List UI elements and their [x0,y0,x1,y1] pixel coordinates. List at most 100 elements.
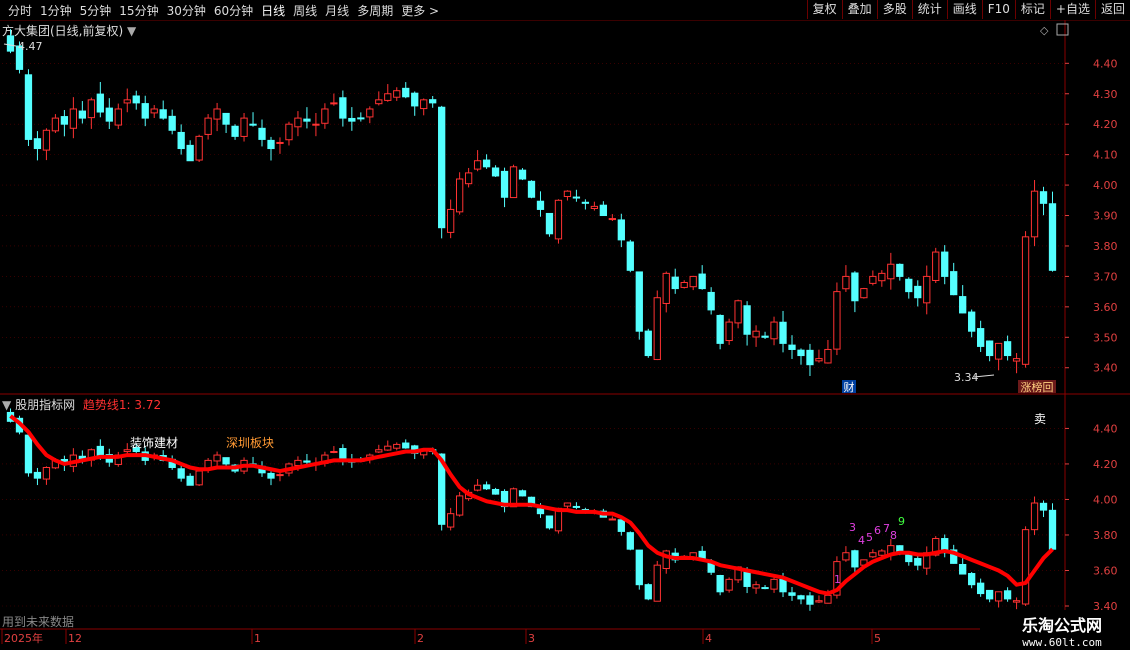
main-candle [842,275,850,290]
main-candle [788,344,796,350]
indicator-candle [518,490,527,497]
diamond-icon: ◇ [1040,24,1049,37]
main-candle [312,123,320,126]
main-y-tick-7: 3.70 [1093,270,1118,283]
main-candle [599,204,608,217]
main-candle [132,95,140,104]
indicator-candle [123,449,131,453]
main-candle [285,123,293,141]
main-candle [653,297,661,361]
main-y-tick-1: 4.30 [1093,88,1118,101]
main-candle [429,99,437,104]
main-candle [617,219,625,241]
main-candle [536,200,545,210]
main-candle [51,117,60,132]
count-label-6: 6 [874,524,881,537]
main-candle [716,314,724,344]
indicator-y-tick-3: 3.80 [1093,529,1118,542]
main-candle [1030,190,1039,238]
indicator-candle [491,488,500,495]
main-candle [96,93,104,113]
main-candle [851,272,859,302]
indicator-candle [393,443,401,449]
main-candle [752,330,760,338]
main-candle [231,125,239,137]
indicator-candle [195,470,203,486]
main-candle [1003,341,1012,357]
main-candle [923,275,931,304]
indicator-candle [482,484,491,490]
indicator-candle [402,442,410,449]
main-candle [455,178,464,213]
main-candle [42,129,51,151]
indicator-candle [1039,502,1048,511]
indicator-candle [959,563,967,575]
main-y-tick-8: 3.60 [1093,301,1118,314]
x-label-6: 5 [874,632,881,645]
main-candle [1012,358,1021,362]
main-candle [572,196,581,199]
main-candle [420,99,428,110]
indicator-candle [977,582,985,595]
indicator-candle [905,553,913,563]
indicator-candle [824,594,832,604]
main-candle [734,300,742,324]
indicator-candle [303,460,311,463]
indicator-candle [276,474,284,477]
main-candle [994,342,1003,360]
main-candle [815,358,823,362]
indicator-candle [635,549,643,586]
indicator-candle [572,505,581,508]
main-candle [635,271,643,332]
main-candle [33,138,42,150]
main-candle [518,169,527,180]
indicator-candle [213,454,221,462]
main-candle [69,108,78,129]
main-candle [662,272,670,304]
main-candle [267,139,275,150]
main-candle [509,166,518,199]
indicator-candle [608,518,616,521]
indicator-candle [455,495,464,516]
main-candle [204,117,212,135]
main-candle [833,291,841,350]
main-candle [860,288,868,299]
main-candle [78,110,86,119]
indicator-candle [186,475,194,486]
main-candle [985,340,994,357]
main-y-tick-10: 3.40 [1093,362,1118,375]
indicator-candle [653,564,661,602]
main-candle [105,107,113,122]
main-candle [482,159,491,168]
main-candle [1039,191,1048,204]
indicator-candle [33,471,42,479]
main-candle [294,117,302,128]
indicator-candle [545,515,554,529]
indicator-candle [375,449,383,453]
main-candle [761,335,769,338]
main-candle [195,135,203,161]
main-candle [770,321,778,340]
main-candle [114,108,122,126]
main-candle [869,275,877,284]
zt-marker: 涨榜回 [1021,380,1054,394]
main-candle [743,305,751,335]
main-candle [366,108,374,118]
sector-label-2: 深圳板块 [226,436,274,450]
main-candle [581,201,590,204]
main-candle [438,106,446,229]
x-label-0: 2025年 [4,631,43,645]
main-candle [977,328,985,347]
indicator-y-tick-2: 4.00 [1093,493,1118,506]
sector-label-1: 装饰建材 [130,436,178,450]
main-candle [150,108,158,114]
main-candle [222,112,230,125]
indicator-candle [842,552,850,561]
main-candle [527,180,536,198]
indicator-candle [267,472,275,479]
main-candle [905,278,913,293]
x-label-4: 3 [528,632,535,645]
indicator-candle [752,584,760,589]
main-candle [725,321,733,342]
main-candle [357,117,365,120]
